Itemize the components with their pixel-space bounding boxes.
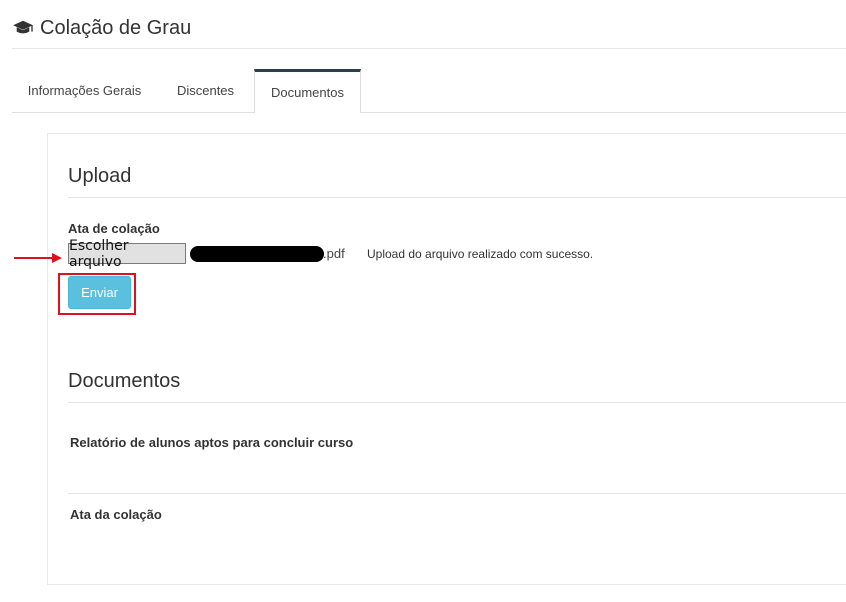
documents-heading: Documentos — [68, 370, 181, 392]
tab-discentes[interactable]: Discentes — [157, 69, 254, 112]
tab-informacoes-gerais[interactable]: Informações Gerais — [12, 69, 157, 112]
document-item-divider — [68, 493, 846, 494]
send-button[interactable]: Enviar — [68, 276, 131, 309]
upload-status-message: Upload do arquivo realizado com sucesso. — [367, 247, 594, 261]
ata-field-label: Ata de colação — [68, 221, 160, 236]
page-header: Colação de Grau — [12, 14, 191, 42]
file-extension: .pdf — [323, 246, 345, 261]
graduation-cap-icon — [13, 20, 33, 34]
documents-divider — [68, 402, 846, 403]
tab-documentos[interactable]: Documentos — [254, 69, 361, 113]
redacted-filename — [190, 246, 324, 262]
choose-file-button[interactable]: Escolher arquivo — [68, 238, 186, 270]
page-title: Colação de Grau — [40, 16, 192, 39]
upload-divider — [68, 197, 846, 198]
title-divider — [12, 48, 846, 49]
document-item: Ata da colação — [70, 507, 162, 522]
document-item: Relatório de alunos aptos para concluir … — [70, 435, 354, 450]
upload-heading: Upload — [68, 165, 132, 187]
red-arrow-annotation — [14, 253, 62, 263]
tab-bar: Informações Gerais Discentes Documentos — [12, 69, 846, 113]
content-panel — [47, 133, 846, 585]
